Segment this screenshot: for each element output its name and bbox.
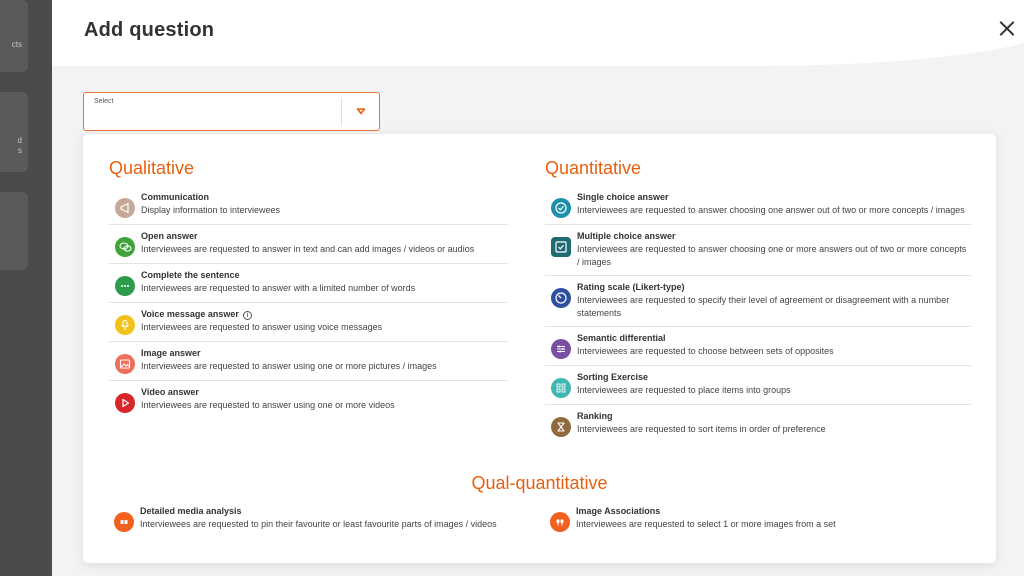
check-circle-icon xyxy=(551,198,571,218)
image-association-icon xyxy=(550,512,570,532)
option-title: Voice message answer i xyxy=(141,308,508,321)
option-image-answer[interactable]: Image answer Interviewees are requested … xyxy=(109,342,508,381)
media-pin-icon xyxy=(114,512,134,532)
option-rating-scale[interactable]: Rating scale (Likert-type) Interviewees … xyxy=(545,276,971,327)
background-app-strip: cts d s xyxy=(0,0,52,576)
qualitative-column: Qualitative Communication Display inform… xyxy=(109,158,508,420)
question-type-dropdown: Qualitative Communication Display inform… xyxy=(83,134,996,563)
option-title: Detailed media analysis xyxy=(140,506,242,516)
option-communication[interactable]: Communication Display information to int… xyxy=(109,186,508,225)
option-title: Image Associations xyxy=(576,506,661,516)
option-ranking[interactable]: Ranking Interviewees are requested to so… xyxy=(545,405,971,444)
background-card: d s xyxy=(0,92,28,172)
option-title: Sorting Exercise xyxy=(577,372,649,382)
option-title: Rating scale (Likert-type) xyxy=(577,282,685,292)
option-semantic-differential[interactable]: Semantic differential Interviewees are r… xyxy=(545,327,971,366)
option-description: Interviewees are requested to answer usi… xyxy=(141,400,395,410)
checkbox-icon xyxy=(551,237,571,257)
sliders-icon xyxy=(551,339,571,359)
background-card xyxy=(0,192,28,270)
option-description: Interviewees are requested to pin their … xyxy=(140,519,497,529)
close-icon[interactable] xyxy=(996,18,1018,40)
option-description: Interviewees are requested to answer cho… xyxy=(577,244,967,267)
option-detailed-media-analysis[interactable]: Detailed media analysis Interviewees are… xyxy=(108,500,528,539)
option-description: Interviewees are requested to answer in … xyxy=(141,244,475,254)
option-title: Open answer xyxy=(141,231,198,241)
play-icon xyxy=(115,393,135,413)
option-title: Single choice answer xyxy=(577,192,669,202)
option-multiple-choice-answer[interactable]: Multiple choice answer Interviewees are … xyxy=(545,225,971,276)
option-image-associations[interactable]: Image Associations Interviewees are requ… xyxy=(544,500,964,539)
option-title: Image answer xyxy=(141,348,201,358)
option-description: Interviewees are requested to answer wit… xyxy=(141,283,416,293)
caret-down-icon[interactable] xyxy=(356,106,366,116)
gauge-icon xyxy=(551,288,571,308)
image-icon xyxy=(115,354,135,374)
select-divider xyxy=(341,98,342,126)
page-title: Add question xyxy=(84,19,215,41)
select-label: Select xyxy=(94,98,114,105)
megaphone-icon xyxy=(115,198,135,218)
option-title: Semantic differential xyxy=(577,333,666,343)
panel-header: Add question xyxy=(52,0,1024,66)
option-complete-the-sentence[interactable]: Complete the sentence Interviewees are r… xyxy=(109,264,508,303)
background-card-text: s xyxy=(18,146,22,155)
option-description: Interviewees are requested to answer usi… xyxy=(141,322,383,332)
option-description: Interviewees are requested to answer usi… xyxy=(141,361,437,371)
background-card: cts xyxy=(0,0,28,72)
ellipsis-icon xyxy=(115,276,135,296)
option-single-choice-answer[interactable]: Single choice answer Interviewees are re… xyxy=(545,186,971,225)
hourglass-icon xyxy=(551,417,571,437)
section-title-quantitative: Quantitative xyxy=(545,158,642,178)
option-description: Interviewees are requested to sort items… xyxy=(577,424,826,434)
option-description: Interviewees are requested to specify th… xyxy=(577,295,950,318)
option-title: Complete the sentence xyxy=(141,270,240,280)
section-title-qualitative: Qualitative xyxy=(109,158,195,178)
info-icon[interactable]: i xyxy=(242,311,252,320)
option-open-answer[interactable]: Open answer Interviewees are requested t… xyxy=(109,225,508,264)
option-title-text: Voice message answer xyxy=(141,309,239,319)
option-title: Video answer xyxy=(141,387,199,397)
option-description: Interviewees are requested to place item… xyxy=(577,385,791,395)
background-card-text: d xyxy=(17,136,22,145)
option-voice-message-answer[interactable]: Voice message answer i Interviewees are r… xyxy=(109,303,508,342)
background-card-text: cts xyxy=(11,40,22,49)
option-description: Interviewees are requested to choose bet… xyxy=(577,346,834,356)
option-description: Display information to interviewees xyxy=(141,205,281,215)
option-title: Communication xyxy=(141,192,210,202)
option-sorting-exercise[interactable]: Sorting Exercise Interviewees are reques… xyxy=(545,366,971,405)
qual-quantitative-right: Image Associations Interviewees are requ… xyxy=(544,500,964,539)
question-type-select[interactable]: Select xyxy=(83,92,380,131)
option-title: Ranking xyxy=(577,411,613,421)
option-title: Multiple choice answer xyxy=(577,231,676,241)
qual-quantitative-left: Detailed media analysis Interviewees are… xyxy=(108,500,528,539)
option-video-answer[interactable]: Video answer Interviewees are requested … xyxy=(109,381,508,420)
section-title-qual-quantitative: Qual-quantitative xyxy=(471,473,608,493)
option-description: Interviewees are requested to select 1 o… xyxy=(576,519,836,529)
grid-icon xyxy=(551,378,571,398)
option-description: Interviewees are requested to answer cho… xyxy=(577,205,965,215)
microphone-icon xyxy=(115,315,135,335)
quantitative-column: Quantitative Single choice answer Interv… xyxy=(545,158,971,444)
add-question-panel: Add question Select Qualitative Communic… xyxy=(52,0,1024,576)
chat-bubbles-icon xyxy=(115,237,135,257)
